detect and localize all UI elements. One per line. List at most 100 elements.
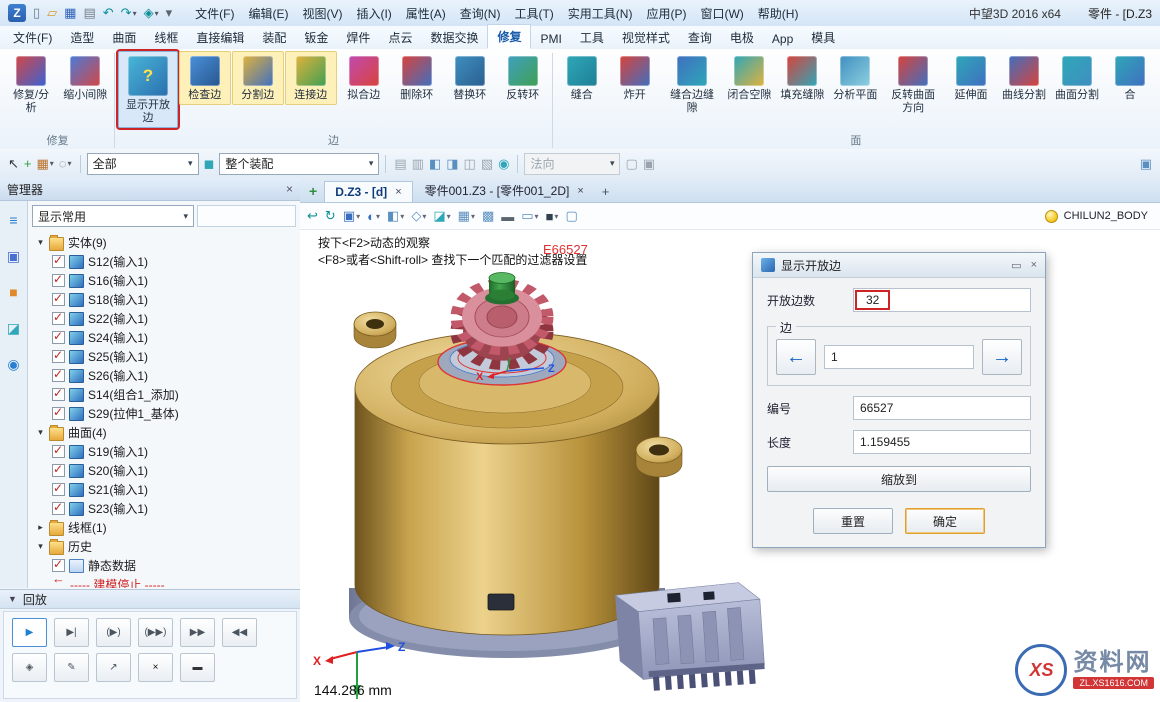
face-split-button[interactable]: 曲面分割 — [1051, 51, 1103, 105]
close-tab-icon[interactable]: × — [577, 185, 583, 197]
sew-edge-gap-button[interactable]: 缝合边缝隙 — [662, 51, 723, 118]
checkbox[interactable] — [52, 274, 65, 287]
menu-item[interactable]: 工具(T) — [507, 2, 560, 25]
new-file-icon[interactable]: ▯ — [30, 3, 43, 23]
axis-display-icon[interactable]: ▩ — [479, 207, 497, 225]
tab-sheetmetal[interactable]: 钣金 — [295, 26, 337, 49]
shrink-gap-button[interactable]: 缩小间隙 — [59, 51, 111, 105]
tree-item[interactable]: 静态数据 — [32, 556, 296, 575]
expand-arrow-icon[interactable]: ▾ — [36, 427, 45, 438]
jump-button[interactable]: ↗ — [96, 653, 131, 682]
expand-arrow-icon[interactable]: ▸ — [36, 522, 45, 533]
tree-item[interactable]: ▾ 曲面(4) — [32, 423, 296, 442]
model-3d-view[interactable]: X Z — [302, 238, 772, 702]
next-edge-button[interactable]: → — [982, 339, 1022, 375]
explode-button[interactable]: 炸开 — [609, 51, 661, 105]
tree-item[interactable]: S20(输入1) — [32, 461, 296, 480]
checkbox[interactable] — [52, 407, 65, 420]
rewind-button[interactable]: ◀◀ — [222, 618, 257, 647]
tree-item[interactable]: ----- 建模停止 ----- — [32, 575, 296, 588]
check-edges-button[interactable]: 检查边 — [179, 51, 231, 105]
tab-electrode[interactable]: 电极 — [721, 26, 763, 49]
frame-icon[interactable]: ▢ — [562, 207, 580, 225]
shade-mode-icon[interactable]: ◧▾ — [384, 207, 407, 225]
background-icon[interactable]: ▬ — [498, 208, 517, 225]
close-dialog-icon[interactable]: × — [1031, 259, 1037, 272]
pick-list-icon[interactable]: ▣ — [641, 155, 657, 173]
connect-edge-button[interactable]: 连接边 — [285, 51, 337, 105]
connector-part[interactable] — [615, 581, 766, 693]
comment-icon[interactable]: ▭ — [1011, 259, 1021, 272]
trace-button[interactable]: ◈ — [12, 653, 47, 682]
replace-loop-button[interactable]: 替换环 — [444, 51, 496, 105]
expand-arrow-icon[interactable]: ▾ — [36, 237, 45, 248]
refresh-icon[interactable]: ↻ — [322, 207, 339, 225]
tab-surface[interactable]: 曲面 — [103, 26, 145, 49]
history-manager-icon[interactable]: ≡ — [9, 213, 17, 227]
tree-item[interactable]: S29(拉伸1_基体) — [32, 404, 296, 423]
play-to-end-button[interactable]: ▶| — [54, 618, 89, 647]
split-edge-button[interactable]: 分割边 — [232, 51, 284, 105]
checkbox[interactable] — [52, 293, 65, 306]
tab-file[interactable]: 文件(F) — [4, 26, 61, 49]
reverse-face-direction-button[interactable]: 反转曲面方向 — [882, 51, 944, 118]
play-all-button[interactable]: (▶▶) — [138, 618, 173, 647]
tree-item[interactable]: S12(输入1) — [32, 252, 296, 271]
tab-direct-edit[interactable]: 直接编辑 — [187, 26, 253, 49]
tree-item[interactable]: S23(输入1) — [32, 499, 296, 518]
menu-item[interactable]: 编辑(E) — [241, 2, 295, 25]
checkbox[interactable] — [52, 464, 65, 477]
stop-button[interactable]: × — [138, 653, 173, 682]
delete-loop-button[interactable]: 删除环 — [391, 51, 443, 105]
menu-item[interactable]: 应用(P) — [639, 2, 693, 25]
repair-analyze-button[interactable]: 修复/分析 — [4, 51, 58, 118]
target-icon[interactable]: ◉ — [496, 155, 511, 173]
tab-weldment[interactable]: 焊件 — [337, 26, 379, 49]
document-tab[interactable]: 零件001.Z3 - [零件001_2D] × — [415, 179, 594, 202]
solid-manager-icon[interactable]: ■ — [9, 285, 17, 299]
tab-pointcloud[interactable]: 点云 — [379, 26, 421, 49]
tab-tools[interactable]: 工具 — [571, 26, 613, 49]
checkbox[interactable] — [52, 312, 65, 325]
checkbox[interactable] — [52, 388, 65, 401]
tree-item[interactable]: S25(输入1) — [32, 347, 296, 366]
assembly-scope-icon[interactable]: ◼ — [202, 155, 217, 173]
snap-window-icon[interactable]: ◫ — [462, 155, 478, 173]
save-icon[interactable]: ▦ — [61, 3, 79, 23]
tab-app[interactable]: App — [763, 29, 802, 49]
wireframe-icon[interactable]: ◇▾ — [408, 207, 429, 225]
redo-icon[interactable]: ↷▾ — [118, 3, 140, 23]
open-edges-field[interactable]: 32 — [853, 288, 1031, 312]
zw3d-logo-icon[interactable]: Z — [8, 4, 26, 22]
print-icon[interactable]: ▤ — [80, 3, 98, 23]
menu-item[interactable]: 文件(F) — [188, 2, 241, 25]
tree-item[interactable]: S18(输入1) — [32, 290, 296, 309]
exit-icon[interactable]: ↩ — [304, 207, 321, 225]
edge-index-input[interactable]: 1 — [824, 345, 974, 369]
play-button[interactable]: ▶ — [12, 618, 47, 647]
play-loop-button[interactable]: (▶) — [96, 618, 131, 647]
quick-access-more-icon[interactable]: ▾ — [163, 3, 176, 23]
tree-item[interactable]: S26(输入1) — [32, 366, 296, 385]
list-icon-2[interactable]: ▥ — [410, 155, 426, 173]
snap-half-left-icon[interactable]: ◧ — [427, 155, 443, 173]
display-filter-dropdown[interactable]: 显示常用 ▾ — [32, 205, 194, 227]
ok-button[interactable]: 确定 — [905, 508, 985, 534]
grid-icon[interactable]: ▦▾ — [455, 207, 478, 225]
select-cursor-icon[interactable]: ↖ — [6, 155, 21, 173]
tab-assembly[interactable]: 装配 — [253, 26, 295, 49]
view-compass-icon[interactable]: ◈▾ — [141, 3, 162, 23]
document-tab-active[interactable]: D.Z3 - [d] × — [324, 181, 412, 202]
visibility-bulb-icon[interactable] — [1045, 210, 1058, 223]
expand-arrow-icon[interactable]: ▾ — [36, 541, 45, 552]
menu-item[interactable]: 属性(A) — [399, 2, 453, 25]
snap-half-right-icon[interactable]: ◨ — [444, 155, 460, 173]
selection-filter-dropdown[interactable]: 全部▾ — [87, 153, 199, 175]
snap-hatch-icon[interactable]: ▧ — [479, 155, 495, 173]
tab-shape[interactable]: 造型 — [61, 26, 103, 49]
tree-item[interactable]: S24(输入1) — [32, 328, 296, 347]
tree-item[interactable]: S19(输入1) — [32, 442, 296, 461]
display-settings-icon[interactable]: ▭▾ — [518, 207, 541, 225]
record-button[interactable]: ▬ — [180, 653, 215, 682]
section-view-icon[interactable]: ◪▾ — [430, 207, 453, 225]
